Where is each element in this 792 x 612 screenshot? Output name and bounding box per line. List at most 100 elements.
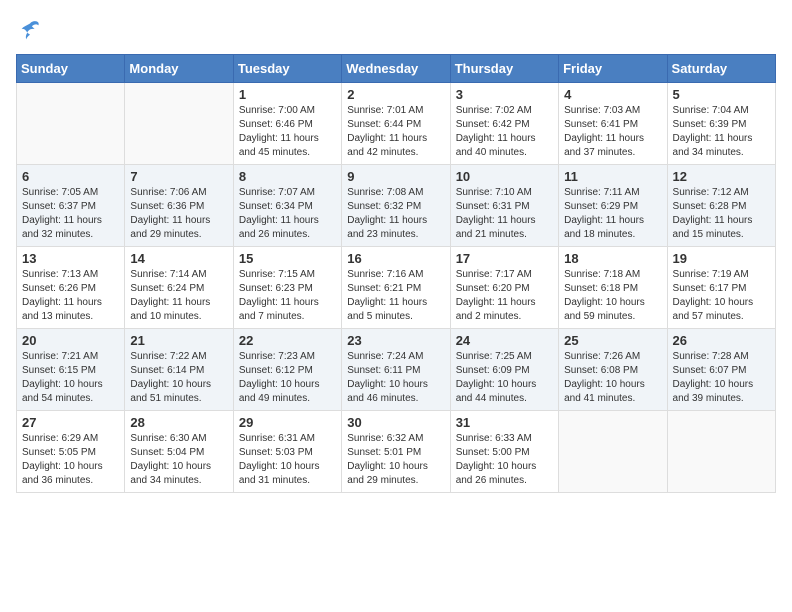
calendar-table: SundayMondayTuesdayWednesdayThursdayFrid… — [16, 54, 776, 493]
day-info: Sunrise: 7:26 AM Sunset: 6:08 PM Dayligh… — [564, 350, 661, 406]
calendar-cell: 10 Sunrise: 7:10 AM Sunset: 6:31 PM Dayli… — [450, 165, 558, 247]
calendar-week-row: 20Sunrise: 7:21 AM Sunset: 6:15 PM Dayli… — [17, 329, 776, 411]
day-info: Sunrise: 7:24 AM Sunset: 6:11 PM Dayligh… — [347, 350, 444, 406]
calendar-cell: 9 Sunrise: 7:08 AM Sunset: 6:32 PM Daylig… — [342, 165, 450, 247]
calendar-week-row: 27 Sunrise: 6:29 AM Sunset: 5:05 PM Dayli… — [17, 411, 776, 493]
weekday-header-wednesday: Wednesday — [342, 55, 450, 83]
weekday-header-saturday: Saturday — [667, 55, 775, 83]
calendar-cell: 22 Sunrise: 7:23 AM Sunset: 6:12 PM Dayli… — [233, 329, 341, 411]
calendar-cell: 4 Sunrise: 7:03 AM Sunset: 6:41 PM Daylig… — [559, 83, 667, 165]
calendar-cell: 17 Sunrise: 7:17 AM Sunset: 6:20 PM Dayli… — [450, 247, 558, 329]
calendar-cell: 16 Sunrise: 7:16 AM Sunset: 6:21 PM Dayli… — [342, 247, 450, 329]
day-number: 26 — [673, 333, 770, 348]
day-number: 2 — [347, 87, 444, 102]
day-number: 13 — [22, 251, 119, 266]
logo-icon — [16, 16, 44, 44]
day-info: Sunrise: 7:28 AM Sunset: 6:07 PM Dayligh… — [673, 350, 770, 406]
day-number: 16 — [347, 251, 444, 266]
calendar-cell: 26 Sunrise: 7:28 AM Sunset: 6:07 PM Dayli… — [667, 329, 775, 411]
calendar-cell: 1 Sunrise: 7:00 AM Sunset: 6:46 PM Daylig… — [233, 83, 341, 165]
day-info: Sunrise: 7:07 AM Sunset: 6:34 PM Dayligh… — [239, 186, 336, 242]
calendar-cell — [125, 83, 233, 165]
calendar-cell: 2 Sunrise: 7:01 AM Sunset: 6:44 PM Daylig… — [342, 83, 450, 165]
day-info: Sunrise: 7:23 AM Sunset: 6:12 PM Dayligh… — [239, 350, 336, 406]
day-info: Sunrise: 6:30 AM Sunset: 5:04 PM Dayligh… — [130, 432, 227, 488]
calendar-cell: 11Sunrise: 7:11 AM Sunset: 6:29 PM Dayli… — [559, 165, 667, 247]
day-info: Sunrise: 7:19 AM Sunset: 6:17 PM Dayligh… — [673, 268, 770, 324]
day-info: Sunrise: 6:32 AM Sunset: 5:01 PM Dayligh… — [347, 432, 444, 488]
day-info: Sunrise: 6:33 AM Sunset: 5:00 PM Dayligh… — [456, 432, 553, 488]
day-number: 25 — [564, 333, 661, 348]
calendar-week-row: 6Sunrise: 7:05 AM Sunset: 6:37 PM Daylig… — [17, 165, 776, 247]
day-number: 8 — [239, 169, 336, 184]
weekday-header-thursday: Thursday — [450, 55, 558, 83]
day-number: 10 — [456, 169, 553, 184]
day-number: 15 — [239, 251, 336, 266]
day-number: 12 — [673, 169, 770, 184]
day-info: Sunrise: 6:31 AM Sunset: 5:03 PM Dayligh… — [239, 432, 336, 488]
calendar-cell: 31 Sunrise: 6:33 AM Sunset: 5:00 PM Dayli… — [450, 411, 558, 493]
calendar-cell: 7Sunrise: 7:06 AM Sunset: 6:36 PM Daylig… — [125, 165, 233, 247]
calendar-cell: 18 Sunrise: 7:18 AM Sunset: 6:18 PM Dayli… — [559, 247, 667, 329]
calendar-cell: 21Sunrise: 7:22 AM Sunset: 6:14 PM Dayli… — [125, 329, 233, 411]
weekday-header-friday: Friday — [559, 55, 667, 83]
day-number: 27 — [22, 415, 119, 430]
day-info: Sunrise: 7:21 AM Sunset: 6:15 PM Dayligh… — [22, 350, 119, 406]
weekday-header-sunday: Sunday — [17, 55, 125, 83]
day-number: 24 — [456, 333, 553, 348]
day-info: Sunrise: 7:22 AM Sunset: 6:14 PM Dayligh… — [130, 350, 227, 406]
day-number: 29 — [239, 415, 336, 430]
day-number: 14 — [130, 251, 227, 266]
day-number: 30 — [347, 415, 444, 430]
page-header — [16, 16, 776, 44]
day-number: 4 — [564, 87, 661, 102]
weekday-header-tuesday: Tuesday — [233, 55, 341, 83]
calendar-cell: 3Sunrise: 7:02 AM Sunset: 6:42 PM Daylig… — [450, 83, 558, 165]
day-number: 1 — [239, 87, 336, 102]
day-info: Sunrise: 6:29 AM Sunset: 5:05 PM Dayligh… — [22, 432, 119, 488]
logo — [16, 16, 48, 44]
calendar-cell: 12 Sunrise: 7:12 AM Sunset: 6:28 PM Dayli… — [667, 165, 775, 247]
day-info: Sunrise: 7:15 AM Sunset: 6:23 PM Dayligh… — [239, 268, 336, 324]
calendar-cell: 20Sunrise: 7:21 AM Sunset: 6:15 PM Dayli… — [17, 329, 125, 411]
calendar-cell: 6Sunrise: 7:05 AM Sunset: 6:37 PM Daylig… — [17, 165, 125, 247]
day-info: Sunrise: 7:08 AM Sunset: 6:32 PM Dayligh… — [347, 186, 444, 242]
day-number: 11 — [564, 169, 661, 184]
day-number: 6 — [22, 169, 119, 184]
day-info: Sunrise: 7:10 AM Sunset: 6:31 PM Dayligh… — [456, 186, 553, 242]
day-number: 18 — [564, 251, 661, 266]
day-info: Sunrise: 7:17 AM Sunset: 6:20 PM Dayligh… — [456, 268, 553, 324]
day-info: Sunrise: 7:18 AM Sunset: 6:18 PM Dayligh… — [564, 268, 661, 324]
day-info: Sunrise: 7:06 AM Sunset: 6:36 PM Dayligh… — [130, 186, 227, 242]
day-info: Sunrise: 7:02 AM Sunset: 6:42 PM Dayligh… — [456, 104, 553, 160]
weekday-header-monday: Monday — [125, 55, 233, 83]
day-number: 22 — [239, 333, 336, 348]
calendar-week-row: 13Sunrise: 7:13 AM Sunset: 6:26 PM Dayli… — [17, 247, 776, 329]
day-info: Sunrise: 7:25 AM Sunset: 6:09 PM Dayligh… — [456, 350, 553, 406]
day-number: 19 — [673, 251, 770, 266]
day-number: 23 — [347, 333, 444, 348]
day-info: Sunrise: 7:12 AM Sunset: 6:28 PM Dayligh… — [673, 186, 770, 242]
calendar-cell — [17, 83, 125, 165]
calendar-cell — [559, 411, 667, 493]
day-info: Sunrise: 7:03 AM Sunset: 6:41 PM Dayligh… — [564, 104, 661, 160]
day-number: 9 — [347, 169, 444, 184]
calendar-cell: 5Sunrise: 7:04 AM Sunset: 6:39 PM Daylig… — [667, 83, 775, 165]
calendar-cell: 13Sunrise: 7:13 AM Sunset: 6:26 PM Dayli… — [17, 247, 125, 329]
day-number: 17 — [456, 251, 553, 266]
calendar-cell: 30 Sunrise: 6:32 AM Sunset: 5:01 PM Dayli… — [342, 411, 450, 493]
day-number: 31 — [456, 415, 553, 430]
day-info: Sunrise: 7:00 AM Sunset: 6:46 PM Dayligh… — [239, 104, 336, 160]
calendar-cell: 15 Sunrise: 7:15 AM Sunset: 6:23 PM Dayli… — [233, 247, 341, 329]
day-info: Sunrise: 7:01 AM Sunset: 6:44 PM Dayligh… — [347, 104, 444, 160]
calendar-cell — [667, 411, 775, 493]
calendar-cell: 23 Sunrise: 7:24 AM Sunset: 6:11 PM Dayli… — [342, 329, 450, 411]
calendar-cell: 25 Sunrise: 7:26 AM Sunset: 6:08 PM Dayli… — [559, 329, 667, 411]
day-number: 28 — [130, 415, 227, 430]
calendar-cell: 8 Sunrise: 7:07 AM Sunset: 6:34 PM Daylig… — [233, 165, 341, 247]
weekday-header-row: SundayMondayTuesdayWednesdayThursdayFrid… — [17, 55, 776, 83]
calendar-week-row: 1 Sunrise: 7:00 AM Sunset: 6:46 PM Daylig… — [17, 83, 776, 165]
calendar-cell: 28 Sunrise: 6:30 AM Sunset: 5:04 PM Dayli… — [125, 411, 233, 493]
day-info: Sunrise: 7:16 AM Sunset: 6:21 PM Dayligh… — [347, 268, 444, 324]
calendar-cell: 29 Sunrise: 6:31 AM Sunset: 5:03 PM Dayli… — [233, 411, 341, 493]
